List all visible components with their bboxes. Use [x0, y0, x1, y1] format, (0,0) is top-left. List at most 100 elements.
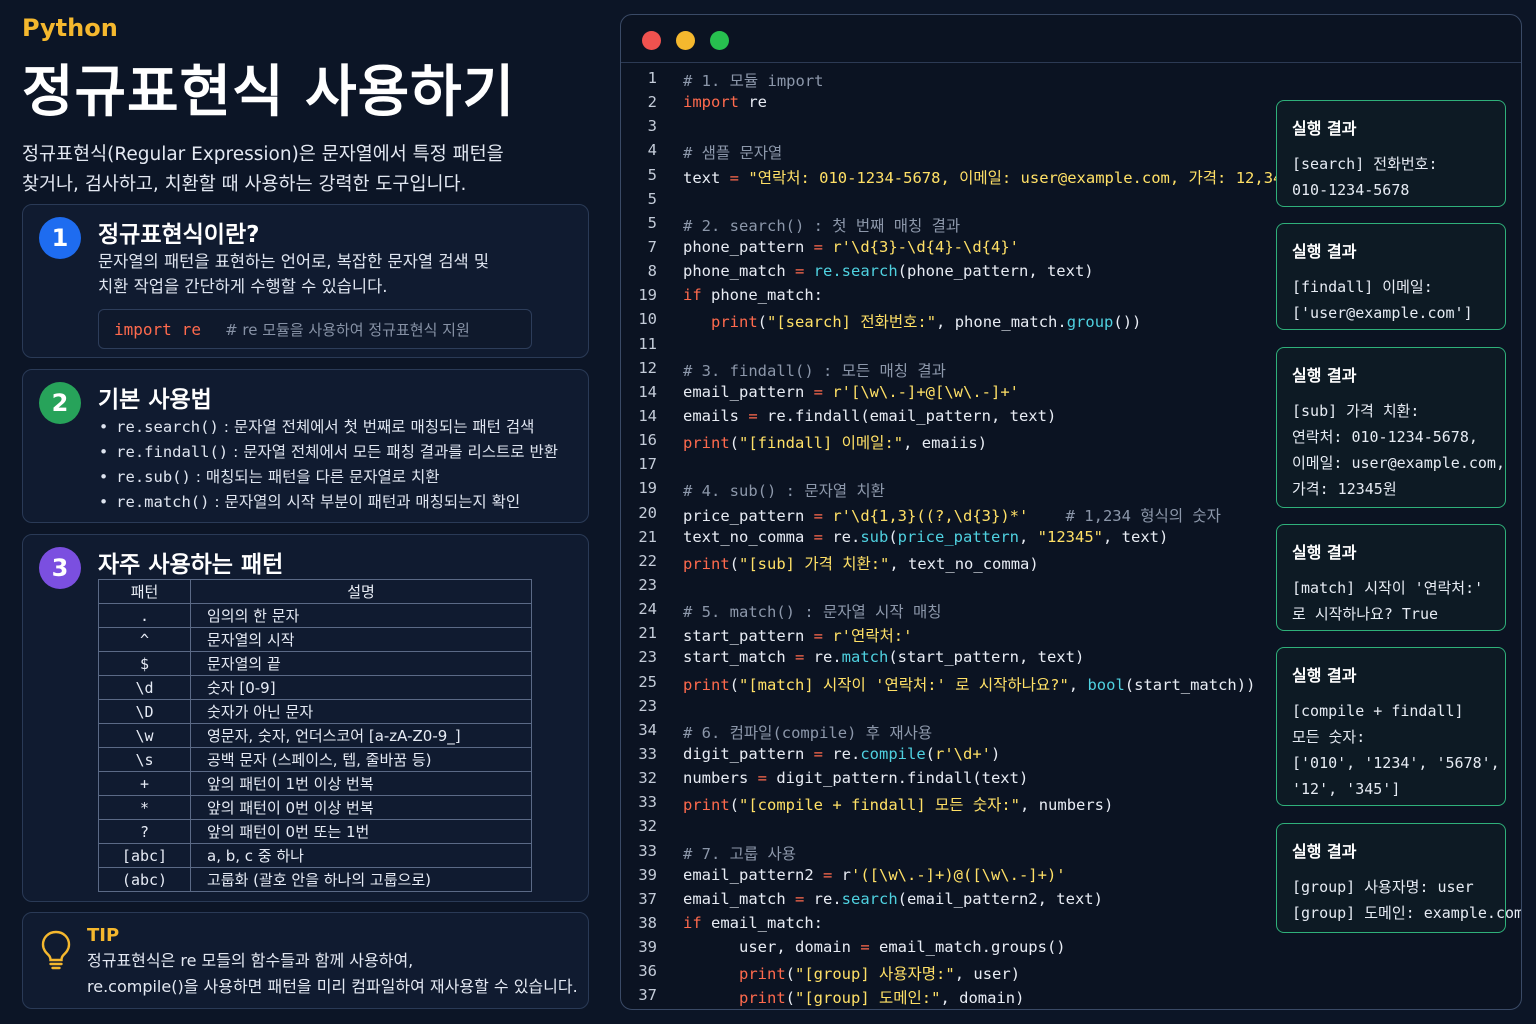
description-cell: 문자열의 시작	[190, 627, 532, 652]
function-description: : 매칭되는 패턴을 다른 문자열로 치환	[190, 468, 440, 486]
code-line: 14 email_pattern = r'[\w\.-]+@[\w\.-]+'	[621, 383, 1271, 407]
code-token: re.findall(email_pattern, text)	[757, 406, 1057, 425]
line-content: price_pattern = r'\d{1,3}((?,\d{3})*' # …	[683, 504, 1221, 526]
result-title: 실행 결과	[1292, 543, 1357, 562]
line-number: 5	[647, 213, 657, 232]
pattern-cell: +	[98, 771, 191, 796]
code-token: =	[813, 527, 823, 546]
table-row: ^ 문자열의 시작	[98, 627, 532, 652]
code-token: print	[683, 434, 730, 453]
code-line: 14 emails = re.findall(email_pattern, tex…	[621, 407, 1271, 431]
code-token: =	[813, 506, 823, 525]
line-content: print("[search] 전화번호:", phone_match.grou…	[683, 310, 1141, 332]
line-number: 16	[638, 431, 657, 450]
line-number: 33	[638, 841, 657, 860]
line-content: print("[group] 도메인:", domain)	[683, 986, 1024, 1008]
line-content: # 5. match() : 문자열 시작 매칭	[683, 600, 941, 622]
code-area[interactable]: 1 # 1. 모듈 import 2 import re 3 4 # 샘플 문자열 5 text…	[621, 69, 1315, 1009]
code-token: price_pattern	[683, 506, 814, 525]
code-line: 33 digit_pattern = re.compile(r'\d+')	[621, 745, 1271, 769]
code-token: print	[683, 675, 730, 694]
code-token: start_pattern	[683, 627, 814, 646]
code-token: =	[794, 262, 805, 281]
table-header-row: 패턴 설명	[98, 579, 532, 604]
minimize-window-dot[interactable]	[676, 31, 695, 50]
table-row: ? 앞의 패턴이 0번 또는 1번	[98, 819, 532, 844]
result-title: 실행 결과	[1292, 842, 1357, 861]
pattern-cell: \s	[98, 747, 191, 772]
line-content: # 샘플 문자열	[683, 141, 782, 163]
code-token: (	[785, 989, 796, 1008]
code-token: (	[785, 965, 796, 984]
line-content: # 1. 모듈 import	[683, 69, 824, 91]
code-token: ,	[1068, 675, 1088, 694]
description-cell: 앞의 패턴이 0번 또는 1번	[190, 819, 532, 844]
intro-line: 찾거나, 검사하고, 치환할 때 사용하는 강력한 도구입니다.	[22, 174, 467, 195]
tip-box: TIP 정규표현식은 re 모들의 함수들과 함께 사용하여, re.compi…	[22, 912, 589, 1009]
line-number: 24	[638, 600, 657, 619]
result-line: ['010', '1234', '5678',	[1292, 754, 1500, 772]
execution-result-box: 실행 결과 [compile + findall] 모든 숫자: ['010', '1…	[1276, 647, 1506, 806]
pattern-cell: \D	[98, 699, 191, 724]
code-token: # 1. 모듈 import	[683, 72, 824, 90]
execution-result-box: 실행 결과 [group] 사용자명: user [group] 도메인: exam…	[1276, 823, 1521, 933]
result-line: [findall] 이메일:	[1292, 278, 1433, 296]
line-content: print("[group] 사용자명:", user)	[683, 962, 1020, 984]
line-content: phone_match = re.search(phone_pattern, t…	[683, 262, 1094, 280]
line-content: print("[compile + findall] 모든 숫자:", numb…	[683, 793, 1113, 815]
code-line: 3	[621, 117, 1271, 141]
pattern-cell: ?	[98, 819, 191, 844]
code-token: phone_pattern	[683, 237, 814, 256]
column-header-pattern: 패턴	[98, 579, 191, 604]
code-token: =	[794, 889, 805, 908]
section-title: 정규표현식이란?	[98, 222, 260, 248]
code-token: match	[841, 648, 889, 667]
line-number: 37	[638, 986, 657, 1005]
maximize-window-dot[interactable]	[710, 31, 729, 50]
execution-result-box: 실행 결과 [search] 전화번호: 010-1234-5678	[1276, 100, 1506, 207]
code-token: # 4. sub() : 문자열 치환	[683, 482, 885, 501]
code-line: 19 # 4. sub() : 문자열 치환	[621, 479, 1271, 503]
intro-panel: Python 정규표현식 사용하기 정규표현식(Regular Expressi…	[22, 12, 590, 200]
code-token: email_pattern	[683, 382, 814, 401]
code-line: 5	[621, 190, 1271, 214]
pattern-cell: .	[98, 603, 191, 628]
line-number: 12	[638, 358, 657, 377]
code-token: # 7. 고룹 사용	[683, 844, 797, 863]
section-number-badge: 2	[39, 382, 81, 424]
line-content: text_no_comma = re.sub(price_pattern, "1…	[683, 528, 1168, 546]
line-number: 34	[638, 720, 657, 739]
line-content: print("[sub] 가격 치환:", text_no_comma)	[683, 552, 1039, 574]
code-line: 34 # 6. 컴파일(compile) 후 재사용	[621, 721, 1271, 745]
code-token: print	[683, 796, 730, 815]
line-number: 19	[638, 479, 657, 498]
function-name: re.sub()	[116, 468, 191, 486]
code-line: 10 print("[search] 전화번호:", phone_match.g…	[621, 310, 1271, 334]
code-editor-window: 1 # 1. 모듈 import 2 import re 3 4 # 샘플 문자열 5 text…	[620, 14, 1522, 1010]
line-number: 8	[647, 262, 657, 281]
code-line: 23	[621, 576, 1271, 600]
table-row: + 앞의 패턴이 1번 이상 번복	[98, 771, 532, 796]
table-row: \s 공백 문자 (스페이스, 텝, 줄바꿈 등)	[98, 747, 532, 772]
pattern-cell: \d	[98, 675, 191, 700]
result-line: [match] 시작이 '연락처:'	[1292, 579, 1484, 597]
code-token: =	[794, 648, 805, 667]
pattern-cell: $	[98, 651, 191, 676]
code-token: r'[\w\.-]+@[\w\.-]+'	[832, 382, 1019, 401]
description-line: 치환 작업을 간단하게 수행할 수 있습니다.	[98, 277, 388, 296]
line-content: numbers = digit_pattern.findall(text)	[683, 769, 1028, 787]
line-number: 5	[647, 189, 657, 208]
function-description: : 문자열 전체에서 모든 패칭 결과를 리스트로 반환	[228, 443, 558, 461]
table-row: \D 숫자가 아닌 문자	[98, 699, 532, 724]
line-number: 14	[638, 406, 657, 425]
line-content: print("[match] 시작이 '연락처:' 로 시작하나요?", boo…	[683, 673, 1255, 695]
close-window-dot[interactable]	[642, 31, 661, 50]
line-content: email_pattern = r'[\w\.-]+@[\w\.-]+'	[683, 383, 1019, 401]
code-token: re	[739, 93, 767, 112]
page-title: 정규표현식 사용하기	[22, 60, 516, 125]
line-content: # 6. 컴파일(compile) 후 재사용	[683, 721, 932, 743]
